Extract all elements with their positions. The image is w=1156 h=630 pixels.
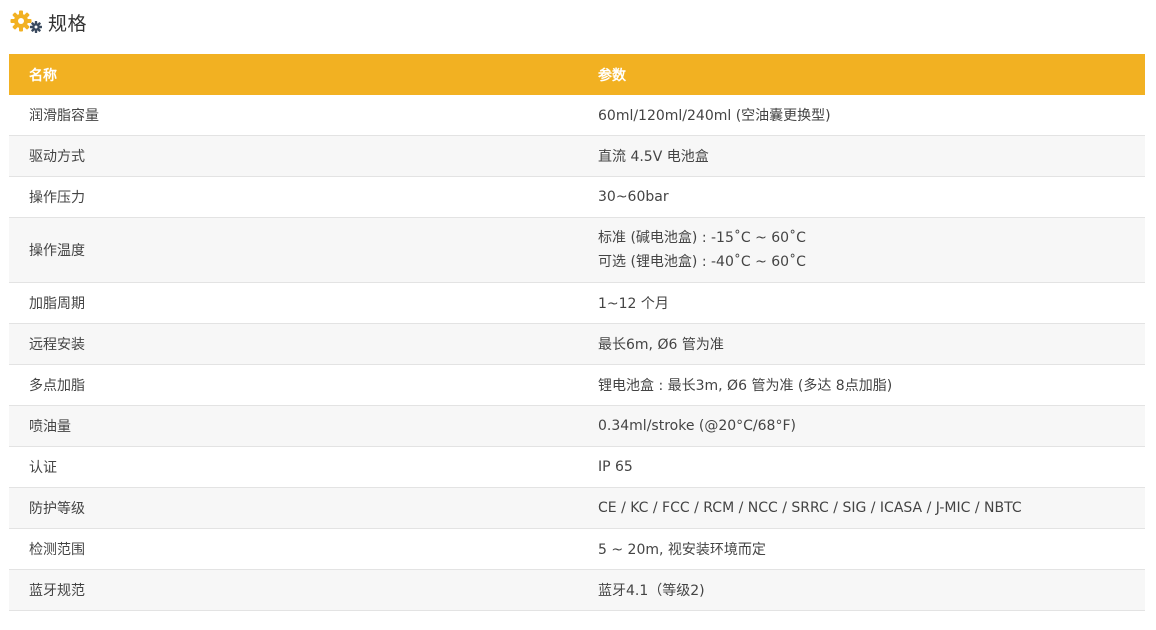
row-label: 远程安装	[9, 323, 577, 365]
column-header-value: 参数	[577, 54, 1145, 95]
table-row: 操作温度 标准 (碱电池盒) : -15˚C ~ 60˚C 可选 (锂电池盒) …	[9, 217, 1145, 283]
row-value: IP 65	[577, 446, 1145, 488]
row-label: 操作温度	[9, 217, 577, 283]
spec-table: 名称 参数 润滑脂容量 60ml/120ml/240ml (空油囊更换型) 驱动…	[9, 54, 1145, 611]
row-label: 防护等级	[9, 487, 577, 529]
table-row: 喷油量 0.34ml/stroke (@20°C/68°F)	[9, 405, 1145, 447]
row-label: 多点加脂	[9, 364, 577, 406]
row-value: 蓝牙4.1（等级2)	[577, 569, 1145, 611]
row-label: 蓝牙规范	[9, 569, 577, 611]
row-value-line: 标准 (碱电池盒) : -15˚C ~ 60˚C	[598, 230, 806, 246]
row-label: 喷油量	[9, 405, 577, 447]
row-value: CE / KC / FCC / RCM / NCC / SRRC / SIG /…	[577, 487, 1145, 529]
row-label: 检测范围	[9, 528, 577, 570]
column-header-name: 名称	[9, 54, 577, 95]
row-value: 60ml/120ml/240ml (空油囊更换型)	[577, 95, 1145, 136]
row-value: 最长6m, Ø6 管为准	[577, 323, 1145, 365]
row-label: 操作压力	[9, 176, 577, 218]
table-row: 认证 IP 65	[9, 446, 1145, 488]
row-value: 30~60bar	[577, 176, 1145, 218]
table-row: 加脂周期 1~12 个月	[9, 282, 1145, 324]
spec-page: 规格 名称 参数 润滑脂容量 60ml/120ml/240ml (空油囊更换型)…	[0, 0, 1156, 630]
table-header-row: 名称 参数	[9, 54, 1145, 95]
row-label: 润滑脂容量	[9, 95, 577, 136]
row-label: 驱动方式	[9, 135, 577, 177]
gears-icon	[10, 10, 42, 34]
table-row: 操作压力 30~60bar	[9, 176, 1145, 218]
section-title: 规格	[48, 12, 88, 35]
row-value: 标准 (碱电池盒) : -15˚C ~ 60˚C 可选 (锂电池盒) : -40…	[577, 217, 1145, 283]
row-label: 认证	[9, 446, 577, 488]
table-row: 多点加脂 锂电池盒 : 最长3m, Ø6 管为准 (多达 8点加脂)	[9, 364, 1145, 406]
table-row: 防护等级 CE / KC / FCC / RCM / NCC / SRRC / …	[9, 487, 1145, 529]
row-value: 直流 4.5V 电池盒	[577, 135, 1145, 177]
row-value: 1~12 个月	[577, 282, 1145, 324]
row-value: 锂电池盒 : 最长3m, Ø6 管为准 (多达 8点加脂)	[577, 364, 1145, 406]
table-row: 远程安装 最长6m, Ø6 管为准	[9, 323, 1145, 365]
row-value: 5 ~ 20m, 视安装环境而定	[577, 528, 1145, 570]
row-value-line: 可选 (锂电池盒) : -40˚C ~ 60˚C	[598, 254, 806, 270]
table-row: 润滑脂容量 60ml/120ml/240ml (空油囊更换型)	[9, 95, 1145, 136]
row-value: 0.34ml/stroke (@20°C/68°F)	[577, 405, 1145, 447]
row-label: 加脂周期	[9, 282, 577, 324]
table-row: 驱动方式 直流 4.5V 电池盒	[9, 135, 1145, 177]
section-header: 规格	[10, 8, 87, 36]
table-row: 蓝牙规范 蓝牙4.1（等级2)	[9, 569, 1145, 611]
table-row: 检测范围 5 ~ 20m, 视安装环境而定	[9, 528, 1145, 570]
